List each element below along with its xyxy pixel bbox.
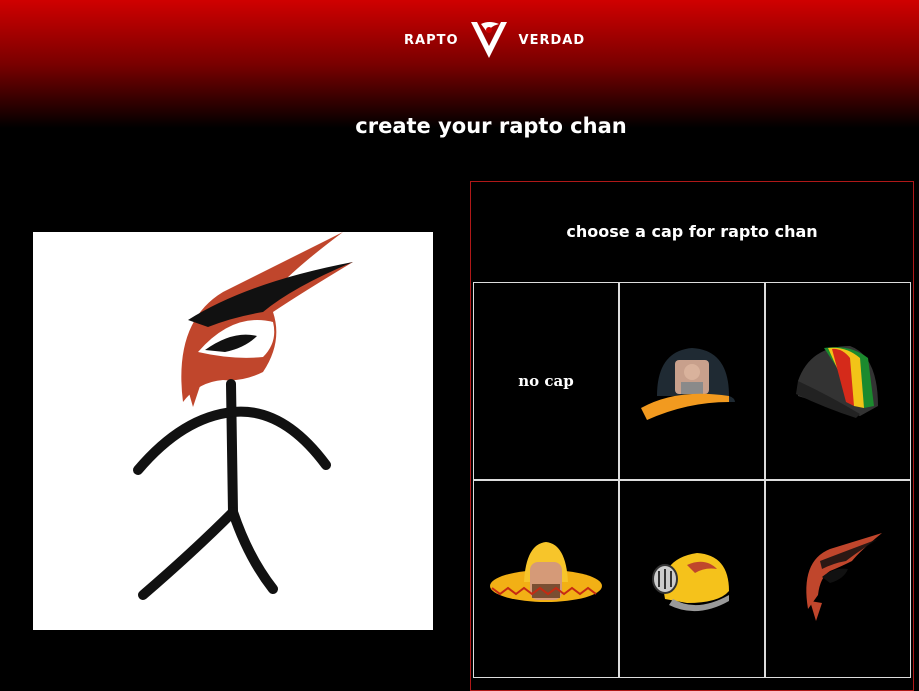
- cap-option-label: no cap: [518, 372, 574, 390]
- page-title: create your rapto chan: [355, 114, 627, 138]
- brand-logo[interactable]: RAPTO VERDAD: [404, 18, 585, 62]
- brand-word-left: RAPTO: [404, 32, 459, 48]
- stick-figure-illustration: [133, 232, 353, 600]
- cap-picker-heading: choose a cap for rapto chan: [566, 222, 818, 241]
- cap-option-baseball-cap[interactable]: [619, 282, 765, 480]
- cap-option-sombrero[interactable]: [473, 480, 619, 678]
- rapto-verdad-v-icon: [470, 22, 507, 58]
- brand-word-right: VERDAD: [518, 32, 586, 48]
- cap-option-rasta-beanie[interactable]: [765, 282, 911, 480]
- rapto-chan-preview: [33, 232, 433, 630]
- cap-option-no-cap[interactable]: no cap: [473, 282, 619, 480]
- rapto-logo-cap-icon: [806, 533, 882, 621]
- sombrero-with-face-icon: [490, 542, 602, 602]
- cap-option-rapto-logo[interactable]: [765, 480, 911, 678]
- baseball-cap-with-face-icon: [641, 348, 735, 420]
- cap-option-yellow-helmet[interactable]: [619, 480, 765, 678]
- rasta-beanie-icon: [796, 346, 878, 418]
- cap-picker-panel: choose a cap for rapto chan no cap: [470, 181, 914, 691]
- yellow-helmet-icon: [652, 553, 729, 612]
